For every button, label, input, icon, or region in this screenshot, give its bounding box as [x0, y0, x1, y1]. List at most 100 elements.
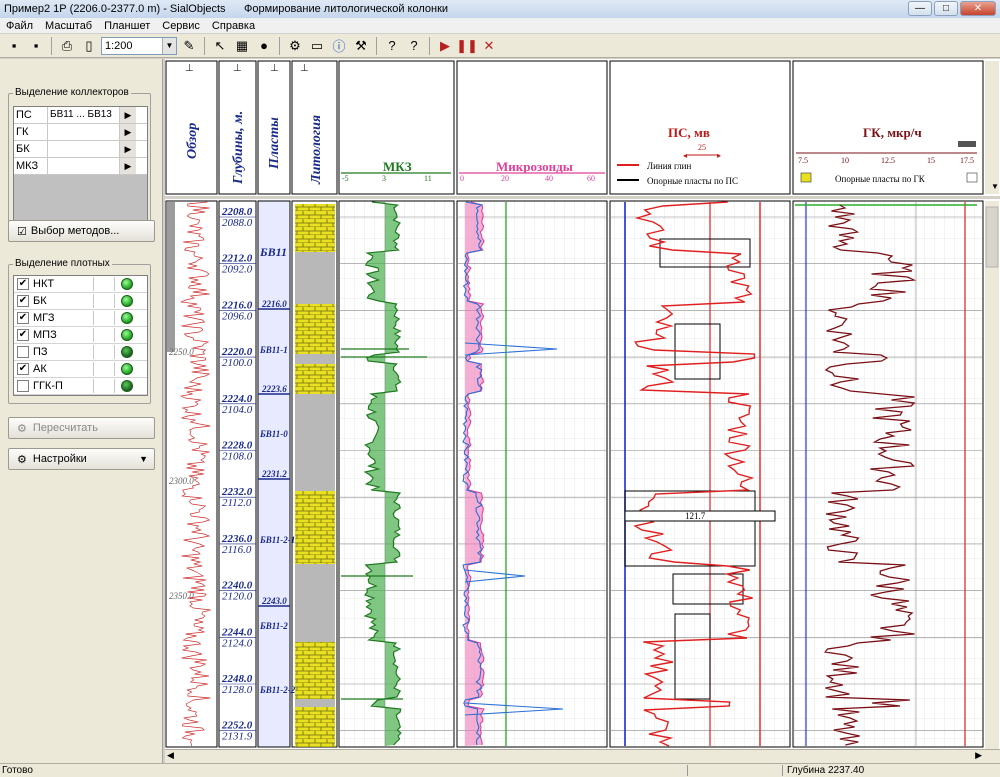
- menu-file[interactable]: Файл: [6, 20, 33, 32]
- gk-settings-icon[interactable]: [966, 172, 978, 183]
- lithology-shale: [295, 394, 335, 491]
- grid-icon[interactable]: ▦: [232, 36, 252, 56]
- depth-tvd-label: 2100.0: [222, 357, 253, 369]
- lithology-shale: [295, 252, 335, 304]
- pin-icon[interactable]: ⊥: [185, 63, 194, 74]
- hammer-icon[interactable]: ⚒: [351, 36, 371, 56]
- status-text: Готово: [2, 765, 33, 776]
- arrow-right-icon[interactable]: ▶: [120, 124, 136, 140]
- checkbox[interactable]: [17, 380, 29, 392]
- depth-tvd-label: 2104.0: [222, 404, 253, 416]
- checkbox[interactable]: ✔: [17, 295, 29, 307]
- arrow-right-icon[interactable]: ▶: [120, 158, 136, 174]
- lithology-sand: [295, 364, 335, 394]
- run-icon[interactable]: ▶: [435, 36, 455, 56]
- scroll-down-icon[interactable]: ▼: [991, 182, 999, 191]
- checkbox[interactable]: [17, 346, 29, 358]
- scroll-thumb[interactable]: [985, 206, 999, 268]
- well-log-canvas[interactable]: ▼ ⊥ ⊥ ⊥ ⊥ Обзор Глубины, м. Пласты Литол…: [165, 59, 1000, 749]
- pause-icon[interactable]: ❚❚: [456, 36, 478, 56]
- close-button[interactable]: ✕: [960, 1, 996, 16]
- micro-scale-0: 0: [460, 174, 464, 183]
- pin-icon[interactable]: ⊥: [233, 63, 242, 74]
- mkz-scale-max: 11: [424, 174, 432, 183]
- tools-icon[interactable]: ⚙: [285, 36, 305, 56]
- maximize-button[interactable]: □: [934, 1, 958, 16]
- save-icon[interactable]: ▪: [4, 36, 24, 56]
- cursor-add-icon[interactable]: ↖: [210, 36, 230, 56]
- depth-tvd-label: 2124.0: [222, 637, 253, 649]
- depth-tvd-label: 2112.0: [222, 497, 252, 509]
- menu-tablet[interactable]: Планшет: [104, 20, 150, 32]
- settings-button[interactable]: ⚙ Настройки ▼: [8, 448, 155, 470]
- dense-group: Выделение плотных ✔ НКТ ✔ БК ✔ МГЗ ✔ МПЗ ПЗ …: [8, 258, 151, 404]
- recalc-button[interactable]: ⚙ Пересчитать: [8, 417, 155, 439]
- checkbox[interactable]: ✔: [17, 363, 29, 375]
- chevron-down-icon[interactable]: ▼: [162, 37, 176, 54]
- horizontal-scrollbar[interactable]: ◀ ▶: [165, 749, 1000, 763]
- menu-service[interactable]: Сервис: [162, 20, 200, 32]
- pin-icon[interactable]: ⊥: [270, 63, 279, 74]
- save-all-icon[interactable]: ▪: [26, 36, 46, 56]
- dense-row[interactable]: ГГК-П: [14, 378, 147, 395]
- collector-row[interactable]: МКЗ ▶: [14, 158, 147, 175]
- dense-row[interactable]: ✔ МГЗ: [14, 310, 147, 327]
- checkbox[interactable]: ✔: [17, 312, 29, 324]
- status-bar: Готово Глубина 2237.40: [0, 763, 1000, 777]
- mkz-scale-min: -5: [342, 174, 349, 183]
- chevron-down-icon: ▼: [139, 454, 148, 464]
- lithology-shale: [295, 699, 335, 707]
- window-icon[interactable]: ▭: [307, 36, 327, 56]
- disc-icon[interactable]: ●: [254, 36, 274, 56]
- dense-row[interactable]: ✔ АК: [14, 361, 147, 378]
- depth-tvd-label: 2120.0: [222, 591, 253, 603]
- stop-icon[interactable]: ✕: [479, 36, 499, 56]
- collector-row[interactable]: БК ▶: [14, 141, 147, 158]
- menu-bar: Файл Масштаб Планшет Сервис Справка: [0, 18, 1000, 34]
- checkbox[interactable]: ✔: [17, 329, 29, 341]
- left-panel: Выделение коллекторов ПС БВ11 ... БВ13 ▶…: [0, 59, 163, 763]
- context-help-icon[interactable]: ?: [404, 36, 424, 56]
- collector-row[interactable]: ГК ▶: [14, 124, 147, 141]
- dense-row[interactable]: ПЗ: [14, 344, 147, 361]
- menu-help[interactable]: Справка: [212, 20, 255, 32]
- micro-scale-40: 40: [545, 174, 553, 183]
- arrow-right-icon[interactable]: ▶: [120, 107, 136, 123]
- arrow-right-icon[interactable]: ▶: [120, 141, 136, 157]
- depth-tvd-label: 2116.0: [222, 544, 252, 556]
- print-icon[interactable]: ⎙: [57, 36, 77, 56]
- pin-icon[interactable]: ⊥: [300, 63, 309, 74]
- scale-select[interactable]: 1:200 ▼: [101, 36, 177, 55]
- micro-title: Микрозонды: [496, 159, 573, 174]
- ps-annotation: 121.7: [685, 511, 706, 521]
- scroll-right-icon[interactable]: ▶: [975, 750, 982, 761]
- gk-scroll-icon[interactable]: [958, 141, 976, 147]
- gk-legend-icon: [800, 172, 812, 183]
- scroll-left-icon[interactable]: ◀: [167, 750, 174, 761]
- method-select-button[interactable]: ☑ Выбор методов...: [8, 220, 155, 242]
- menu-scale[interactable]: Масштаб: [45, 20, 92, 32]
- checkbox[interactable]: ✔: [17, 278, 29, 290]
- depth-tvd-label: 2108.0: [222, 451, 253, 463]
- checkmark-icon: ☑: [17, 225, 27, 238]
- mkz-title: МКЗ: [383, 159, 412, 174]
- recalc-icon: ⚙: [17, 422, 27, 435]
- dense-row[interactable]: ✔ МПЗ: [14, 327, 147, 344]
- print-preview-icon[interactable]: ▯: [79, 36, 99, 56]
- layer-name: БВ11-0: [259, 429, 288, 439]
- minimize-button[interactable]: —: [908, 1, 932, 16]
- log-panel[interactable]: ▼ ⊥ ⊥ ⊥ ⊥ Обзор Глубины, м. Пласты Литол…: [165, 59, 1000, 749]
- dense-row[interactable]: ✔ НКТ: [14, 276, 147, 293]
- help-icon[interactable]: ?: [382, 36, 402, 56]
- status-led-icon: [121, 346, 133, 358]
- dense-row[interactable]: ✔ БК: [14, 293, 147, 310]
- brush-icon[interactable]: ✎: [179, 36, 199, 56]
- depth-tvd-label: 2128.0: [222, 684, 253, 696]
- overview-viewport[interactable]: [167, 202, 175, 352]
- status-led-icon: [121, 295, 133, 307]
- info-icon[interactable]: ⓘ: [329, 36, 349, 56]
- gk-scale-17-5: 17.5: [960, 156, 974, 165]
- depth-tvd-label: 2096.0: [222, 310, 253, 322]
- collector-row[interactable]: ПС БВ11 ... БВ13 ▶: [14, 107, 147, 124]
- status-led-icon: [121, 380, 133, 392]
